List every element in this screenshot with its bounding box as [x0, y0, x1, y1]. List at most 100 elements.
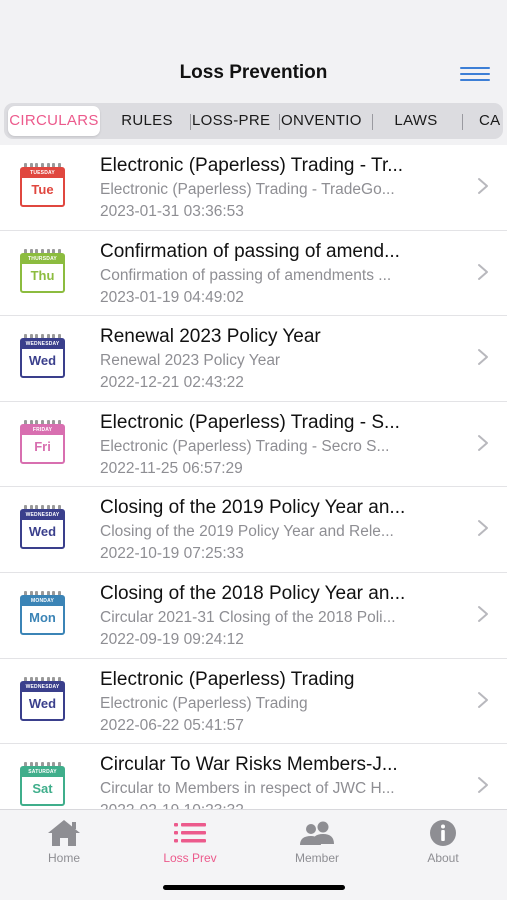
item-date: 2023-01-31 03:36:53	[100, 203, 244, 220]
item-title: Renewal 2023 Policy Year	[100, 326, 321, 348]
item-title: Closing of the 2018 Policy Year an...	[100, 582, 406, 604]
tabbar-member[interactable]: Member	[272, 818, 362, 865]
calendar-icon: MONDAY Mon	[20, 590, 65, 635]
list-item[interactable]: WEDNESDAY Wed Closing of the 2019 Policy Y…	[0, 487, 507, 573]
tabbar-home-label: Home	[47, 851, 80, 865]
item-title: Confirmation of passing of amend...	[100, 240, 400, 262]
calendar-weekday: SATURDAY	[22, 768, 63, 778]
chevron-right-icon	[478, 777, 488, 794]
calendar-body: WEDNESDAY Wed	[20, 680, 65, 721]
tab-laws[interactable]: LAWS	[376, 106, 456, 136]
hamburger-menu-icon[interactable]	[460, 67, 490, 83]
calendar-icon: WEDNESDAY Wed	[20, 334, 65, 379]
item-date: 2022-06-22 05:41:57	[100, 716, 244, 734]
list-item[interactable]: WEDNESDAY Wed Electronic (Paperless) Tradi…	[0, 659, 507, 745]
item-date: 2023-01-19 04:49:02	[100, 288, 244, 306]
calendar-body: WEDNESDAY Wed	[20, 338, 65, 379]
chevron-right-icon	[478, 263, 488, 280]
tabbar-member-label: Member	[294, 851, 339, 865]
calendar-body: MONDAY Mon	[20, 594, 65, 635]
item-subtitle: Electronic (Paperless) Trading - TradeGo…	[100, 181, 395, 198]
tab-divider	[279, 114, 280, 130]
calendar-icon: THURSDAY Thu	[20, 248, 65, 293]
calendar-icon: TUESDAY Tue	[20, 163, 65, 207]
chevron-right-icon	[478, 434, 488, 451]
chevron-right-icon	[478, 349, 488, 366]
tabbar-loss-prev-label: Loss Prev	[163, 851, 217, 865]
tab-conventions[interactable]: ONVENTIO	[281, 106, 369, 136]
item-subtitle: Closing of the 2019 Policy Year and Rele…	[100, 523, 394, 541]
item-title: Electronic (Paperless) Trading	[100, 668, 355, 690]
chevron-right-icon	[478, 605, 488, 622]
list-item[interactable]: TUESDAY Tue Electronic (Paperless) Trading…	[0, 145, 507, 231]
item-subtitle: Confirmation of passing of amendments ..…	[100, 266, 392, 284]
calendar-body: WEDNESDAY Wed	[20, 509, 65, 550]
calendar-day: Wed	[28, 353, 57, 369]
calendar-weekday: TUESDAY	[22, 169, 63, 178]
info-icon	[430, 820, 456, 846]
calendar-weekday: MONDAY	[22, 596, 63, 606]
tabbar-about[interactable]: About	[398, 818, 488, 865]
tab-divider	[372, 114, 373, 130]
list-item[interactable]: FRIDAY Fri Electronic (Paperless) Trading …	[0, 402, 507, 488]
calendar-day: Sat	[32, 781, 53, 797]
tab-rules[interactable]: RULES	[108, 106, 186, 136]
tabbar-loss-prev[interactable]: Loss Prev	[145, 818, 235, 865]
header: Loss Prevention	[0, 0, 507, 102]
calendar-body: THURSDAY Thu	[20, 252, 65, 293]
item-title: Circular To War Risks Members-J...	[100, 754, 398, 776]
item-date: 2022-02-19 10:23:32	[100, 802, 244, 809]
calendar-day: Fri	[34, 438, 51, 454]
tab-loss-prevention[interactable]: LOSS-PRE	[192, 106, 280, 136]
calendar-icon: FRIDAY Fri	[20, 419, 65, 464]
calendar-weekday: WEDNESDAY	[22, 340, 63, 350]
circular-list: TUESDAY Tue Electronic (Paperless) Trading…	[0, 145, 507, 809]
item-subtitle: Electronic (Paperless) Trading - Secro S…	[100, 437, 390, 455]
item-date: 2022-09-19 09:24:12	[100, 630, 244, 648]
calendar-icon: WEDNESDAY Wed	[20, 676, 65, 721]
item-subtitle: Circular 2021-31 Closing of the 2018 Pol…	[100, 608, 396, 626]
item-date: 2022-11-25 06:57:29	[100, 459, 243, 477]
chevron-right-icon	[478, 520, 488, 537]
item-date: 2022-10-19 07:25:33	[100, 545, 244, 563]
calendar-weekday: THURSDAY	[22, 254, 63, 264]
list-item[interactable]: THURSDAY Thu Confirmation of passing of am…	[0, 231, 507, 317]
item-date: 2022-12-21 02:43:22	[100, 374, 244, 392]
tab-divider	[190, 114, 191, 130]
item-title: Electronic (Paperless) Trading - Tr...	[100, 155, 404, 176]
calendar-day: Wed	[28, 695, 57, 711]
calendar-weekday: FRIDAY	[22, 425, 63, 435]
list-item[interactable]: WEDNESDAY Wed Renewal 2023 Policy Year Rene…	[0, 316, 507, 402]
tabbar-about-label: About	[427, 851, 459, 865]
calendar-body: SATURDAY Sat	[20, 766, 65, 807]
item-title: Electronic (Paperless) Trading - S...	[100, 411, 400, 433]
list-item[interactable]: SATURDAY Sat Circular To War Risks Members…	[0, 744, 507, 809]
item-subtitle: Circular to Members in respect of JWC H.…	[100, 780, 395, 798]
tab-ca[interactable]: CA	[479, 106, 503, 136]
page-title: Loss Prevention	[179, 62, 328, 83]
calendar-day: Thu	[30, 267, 55, 283]
calendar-weekday: WEDNESDAY	[22, 682, 63, 692]
calendar-icon: WEDNESDAY Wed	[20, 505, 65, 550]
calendar-body: FRIDAY Fri	[20, 423, 65, 464]
calendar-weekday: WEDNESDAY	[22, 511, 63, 521]
item-subtitle: Electronic (Paperless) Trading	[100, 694, 308, 712]
home-indicator	[163, 885, 345, 890]
segmented-tabs: CIRCULARS RULES LOSS-PRE ONVENTIO LAWS C…	[4, 103, 503, 139]
home-icon	[48, 820, 80, 846]
calendar-day: Mon	[29, 609, 56, 625]
item-subtitle: Renewal 2023 Policy Year	[100, 352, 281, 370]
tabbar-home[interactable]: Home	[19, 818, 109, 865]
calendar-day: Tue	[31, 182, 54, 197]
members-icon	[300, 821, 334, 845]
item-title: Closing of the 2019 Policy Year an...	[100, 497, 406, 519]
chevron-right-icon	[478, 178, 488, 194]
list-item[interactable]: MONDAY Mon Closing of the 2018 Policy Year…	[0, 573, 507, 659]
tab-divider	[462, 114, 463, 130]
chevron-right-icon	[478, 691, 488, 708]
calendar-icon: SATURDAY Sat	[20, 762, 65, 807]
calendar-body: TUESDAY Tue	[20, 167, 65, 207]
tab-circulars[interactable]: CIRCULARS	[8, 106, 100, 136]
list-icon	[174, 823, 206, 843]
calendar-day: Wed	[28, 524, 57, 540]
